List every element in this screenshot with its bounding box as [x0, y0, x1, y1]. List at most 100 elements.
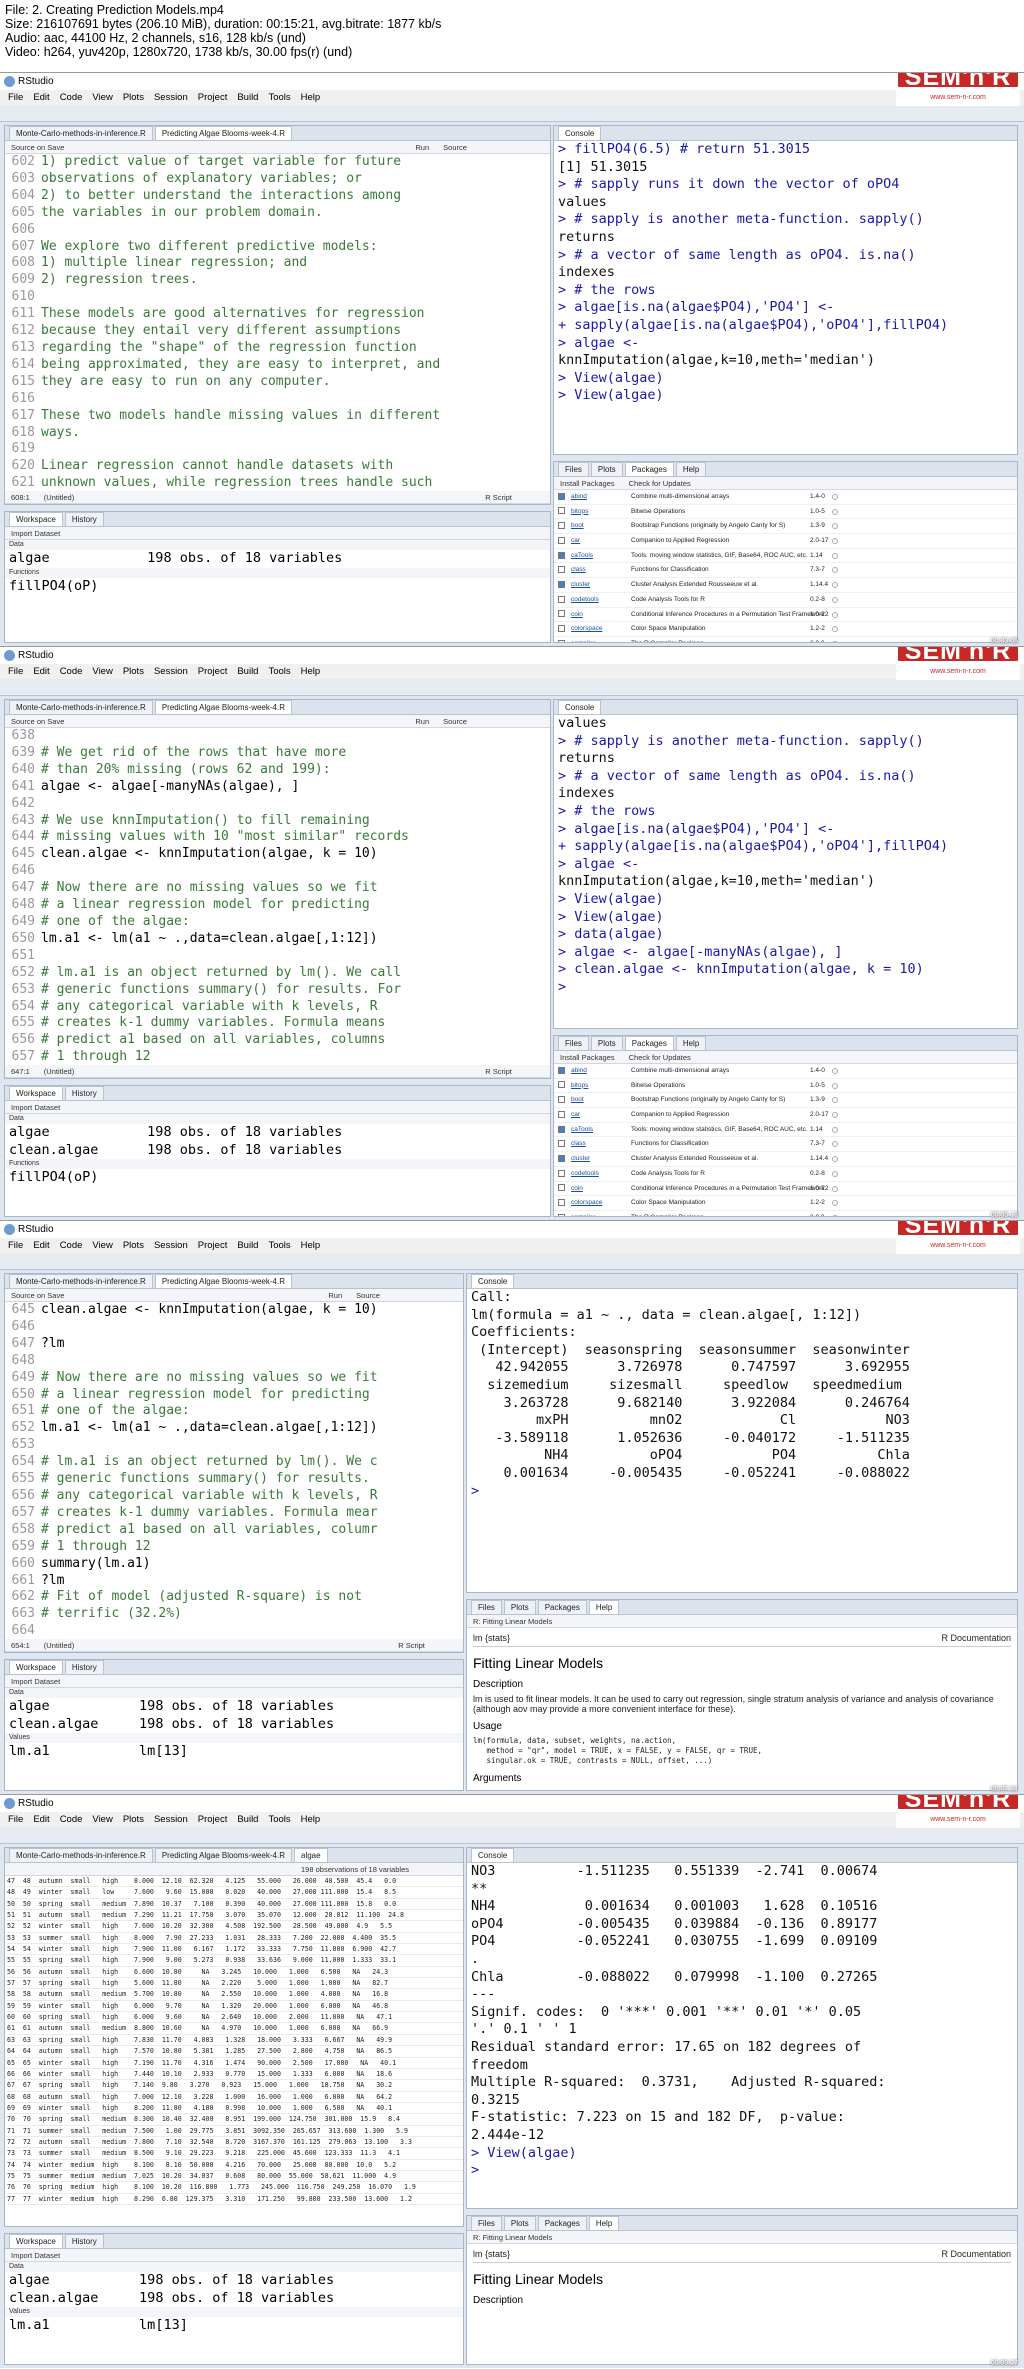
menu-item-build[interactable]: Build [237, 666, 258, 677]
source-on-save-button[interactable]: Source on Save [11, 143, 64, 152]
package-name[interactable]: car [571, 1108, 631, 1122]
menu-item-code[interactable]: Code [60, 1240, 83, 1251]
workspace-data-row[interactable]: clean.algae 198 obs. of 18 variables [5, 1142, 550, 1160]
menu-item-edit[interactable]: Edit [33, 1814, 49, 1825]
editor-tab[interactable]: Predicting Algae Blooms-week-4.R [154, 1848, 292, 1862]
package-checkbox[interactable] [558, 1140, 565, 1148]
editor-tab[interactable]: Predicting Algae Blooms-week-4.R [154, 700, 292, 714]
import-dataset-button[interactable]: Import Dataset [11, 529, 60, 538]
tab-help[interactable]: Help [588, 2216, 620, 2230]
menu-item-help[interactable]: Help [301, 1814, 321, 1825]
menu-item-edit[interactable]: Edit [33, 1240, 49, 1251]
package-name[interactable]: codetools [571, 593, 631, 607]
remove-package-icon[interactable] [832, 626, 838, 633]
tab-packages[interactable]: Packages [537, 2216, 587, 2230]
menu-item-file[interactable]: File [8, 666, 23, 677]
package-checkbox[interactable] [558, 610, 565, 618]
remove-package-icon[interactable] [832, 1126, 838, 1133]
package-name[interactable]: class [571, 563, 631, 577]
menu-item-plots[interactable]: Plots [123, 1240, 144, 1251]
package-checkbox[interactable] [558, 1096, 565, 1104]
menu-item-plots[interactable]: Plots [123, 1814, 144, 1825]
package-name[interactable]: cluster [571, 578, 631, 592]
menu-item-session[interactable]: Session [154, 1240, 188, 1251]
remove-package-icon[interactable] [832, 1141, 838, 1148]
package-checkbox[interactable] [558, 1213, 565, 1216]
package-checkbox[interactable] [558, 1169, 565, 1177]
menu-item-view[interactable]: View [92, 666, 112, 677]
package-name[interactable]: colorspace [571, 1196, 631, 1210]
package-name[interactable]: boot [571, 1093, 631, 1107]
menu-item-view[interactable]: View [92, 1240, 112, 1251]
menu-item-project[interactable]: Project [198, 666, 228, 677]
menu-item-build[interactable]: Build [237, 1814, 258, 1825]
package-name[interactable]: abind [571, 1064, 631, 1078]
workspace-data-row[interactable]: algae 198 obs. of 18 variables [5, 2272, 463, 2290]
tab-history[interactable]: History [64, 1086, 104, 1100]
remove-package-icon[interactable] [832, 1214, 838, 1216]
menu-item-view[interactable]: View [92, 92, 112, 103]
package-checkbox[interactable] [558, 1110, 565, 1118]
remove-package-icon[interactable] [832, 1185, 838, 1192]
menu-item-code[interactable]: Code [60, 92, 83, 103]
package-checkbox[interactable] [558, 1066, 565, 1074]
source-button[interactable]: Source [443, 717, 467, 726]
tab-plots[interactable]: Plots [503, 2216, 536, 2230]
package-name[interactable]: codetools [571, 1167, 631, 1181]
package-name[interactable]: abind [571, 490, 631, 504]
run-button[interactable]: Run [415, 717, 429, 726]
tab-packages[interactable]: Packages [624, 462, 674, 476]
editor-tab[interactable]: Monte-Carlo-methods-in-inference.R [9, 1848, 153, 1862]
tab-workspace[interactable]: Workspace [9, 1660, 63, 1674]
package-name[interactable]: class [571, 1137, 631, 1151]
editor-tab[interactable]: Monte-Carlo-methods-in-inference.R [9, 1274, 153, 1288]
menu-item-tools[interactable]: Tools [268, 666, 290, 677]
workspace-data-row[interactable]: clean.algae 198 obs. of 18 variables [5, 2290, 463, 2308]
remove-package-icon[interactable] [832, 567, 838, 574]
package-name[interactable]: caTools [571, 1123, 631, 1137]
workspace-function-row[interactable]: lm.a1 lm[13] [5, 1743, 463, 1761]
tab-help[interactable]: Help [675, 462, 707, 476]
source-on-save-button[interactable]: Source on Save [11, 717, 64, 726]
menu-item-session[interactable]: Session [154, 92, 188, 103]
package-checkbox[interactable] [558, 1184, 565, 1192]
tab-plots[interactable]: Plots [590, 1036, 623, 1050]
package-name[interactable]: caTools [571, 549, 631, 563]
remove-package-icon[interactable] [832, 1170, 838, 1177]
menu-item-build[interactable]: Build [237, 1240, 258, 1251]
remove-package-icon[interactable] [832, 1156, 838, 1163]
tab-workspace[interactable]: Workspace [9, 512, 63, 526]
menu-item-file[interactable]: File [8, 92, 23, 103]
remove-package-icon[interactable] [832, 508, 838, 515]
tab-help[interactable]: Help [588, 1600, 620, 1614]
package-checkbox[interactable] [558, 522, 565, 530]
package-checkbox[interactable] [558, 536, 565, 544]
menu-item-plots[interactable]: Plots [123, 666, 144, 677]
menu-item-help[interactable]: Help [301, 92, 321, 103]
import-dataset-button[interactable]: Import Dataset [11, 1103, 60, 1112]
editor-tab[interactable]: Monte-Carlo-methods-in-inference.R [9, 126, 153, 140]
tab-workspace[interactable]: Workspace [9, 2234, 63, 2248]
tab-plots[interactable]: Plots [590, 462, 623, 476]
package-checkbox[interactable] [558, 624, 565, 632]
remove-package-icon[interactable] [832, 1200, 838, 1207]
tab-files[interactable]: Files [558, 1036, 589, 1050]
tab-help[interactable]: Help [675, 1036, 707, 1050]
package-name[interactable]: colorspace [571, 622, 631, 636]
tab-files[interactable]: Files [558, 462, 589, 476]
menu-item-edit[interactable]: Edit [33, 666, 49, 677]
menu-item-help[interactable]: Help [301, 1240, 321, 1251]
workspace-data-row[interactable]: clean.algae 198 obs. of 18 variables [5, 1716, 463, 1734]
package-checkbox[interactable] [558, 1154, 565, 1162]
install-packages-button[interactable]: Install Packages [560, 1053, 615, 1062]
menu-item-tools[interactable]: Tools [268, 92, 290, 103]
editor-tab[interactable]: Predicting Algae Blooms-week-4.R [154, 126, 292, 140]
package-checkbox[interactable] [558, 1081, 565, 1089]
tab-history[interactable]: History [64, 1660, 104, 1674]
tab-workspace[interactable]: Workspace [9, 1086, 63, 1100]
source-button[interactable]: Source [443, 143, 467, 152]
package-name[interactable]: bitops [571, 505, 631, 519]
run-button[interactable]: Run [415, 143, 429, 152]
remove-package-icon[interactable] [832, 1112, 838, 1119]
menu-item-plots[interactable]: Plots [123, 92, 144, 103]
